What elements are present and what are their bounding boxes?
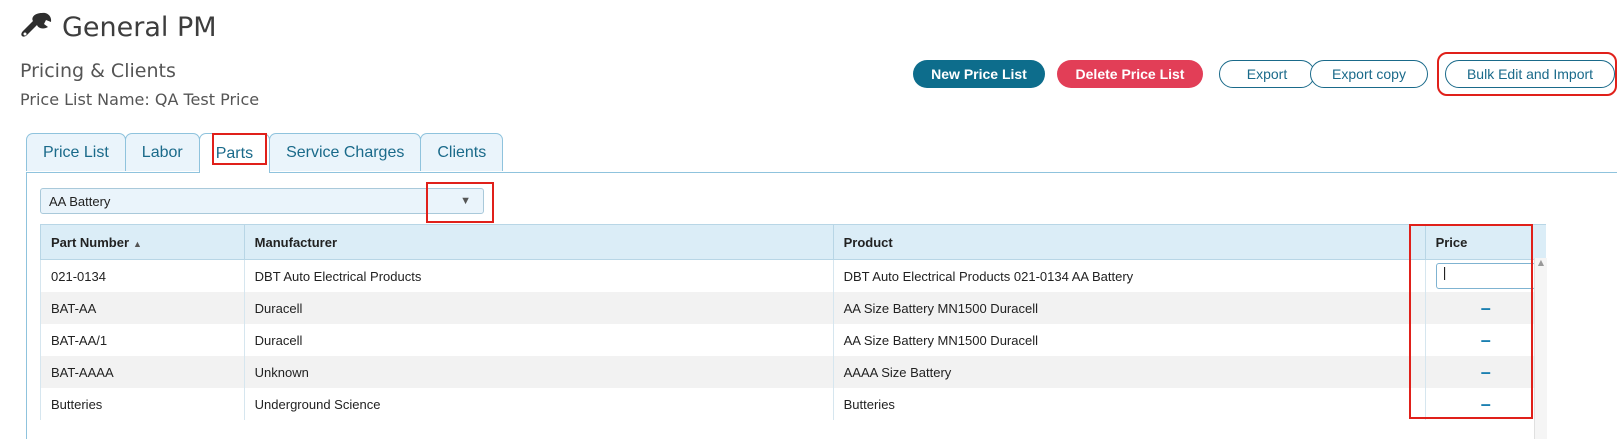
manufacturer-cell: Underground Science [243,388,834,420]
column-header-product[interactable]: Product [832,224,1426,260]
new-price-list-button[interactable]: New Price List [913,60,1045,88]
product-cell: DBT Auto Electrical Products 021-0134 AA… [832,259,1426,292]
part-number-cell: 021-0134 [40,259,245,292]
highlight-box-bulk-edit [1437,52,1617,96]
table-row[interactable]: BAT-AA Duracell AA Size Battery MN1500 D… [40,292,1546,324]
category-select[interactable]: AA Battery ▼ [40,188,484,214]
manufacturer-cell: DBT Auto Electrical Products [243,259,834,292]
tab-labor[interactable]: Labor [124,133,200,171]
table-row[interactable]: BAT-AA/1 Duracell AA Size Battery MN1500… [40,324,1546,356]
highlight-box-price-column [1409,224,1533,419]
app-title: General PM [62,11,217,43]
parts-table: Part Number ▲ Manufacturer Product Price … [40,224,1546,420]
manufacturer-cell: Duracell [243,324,834,356]
column-header-part-number[interactable]: Part Number ▲ [40,224,245,260]
table-scrollbar[interactable]: ▲ [1534,258,1547,439]
scroll-up-icon[interactable]: ▲ [1535,258,1547,267]
product-cell: AA Size Battery MN1500 Duracell [832,292,1426,324]
product-cell: AAAA Size Battery [832,356,1426,388]
sort-ascending-icon[interactable]: ▲ [133,239,142,249]
manufacturer-cell: Duracell [243,292,834,324]
highlight-box-parts-tab [212,133,267,165]
export-copy-button[interactable]: Export copy [1310,60,1428,88]
export-button[interactable]: Export [1219,60,1315,88]
part-number-cell: BAT-AA/1 [40,324,245,356]
table-row[interactable]: 021-0134 DBT Auto Electrical Products DB… [40,259,1546,292]
app-header: General PM [20,10,217,44]
tab-price-list[interactable]: Price List [26,133,126,171]
part-number-cell: BAT-AAAA [40,356,245,388]
table-row[interactable]: Butteries Underground Science Butteries … [40,388,1546,420]
part-number-cell: Butteries [40,388,245,420]
page-subtitle: Pricing & Clients [20,60,176,82]
price-list-name: Price List Name: QA Test Price [20,90,260,109]
delete-price-list-button[interactable]: Delete Price List [1057,60,1203,88]
product-cell: Butteries [832,388,1426,420]
category-select-value: AA Battery [49,193,111,209]
manufacturer-cell: Unknown [243,356,834,388]
wrench-icon [21,12,52,37]
tab-service-charges[interactable]: Service Charges [269,133,422,171]
highlight-box-dropdown [426,182,494,223]
column-header-manufacturer[interactable]: Manufacturer [243,224,834,260]
tab-clients[interactable]: Clients [420,133,504,171]
table-row[interactable]: BAT-AAAA Unknown AAAA Size Battery – [40,356,1546,388]
product-cell: AA Size Battery MN1500 Duracell [832,324,1426,356]
part-number-cell: BAT-AA [40,292,245,324]
